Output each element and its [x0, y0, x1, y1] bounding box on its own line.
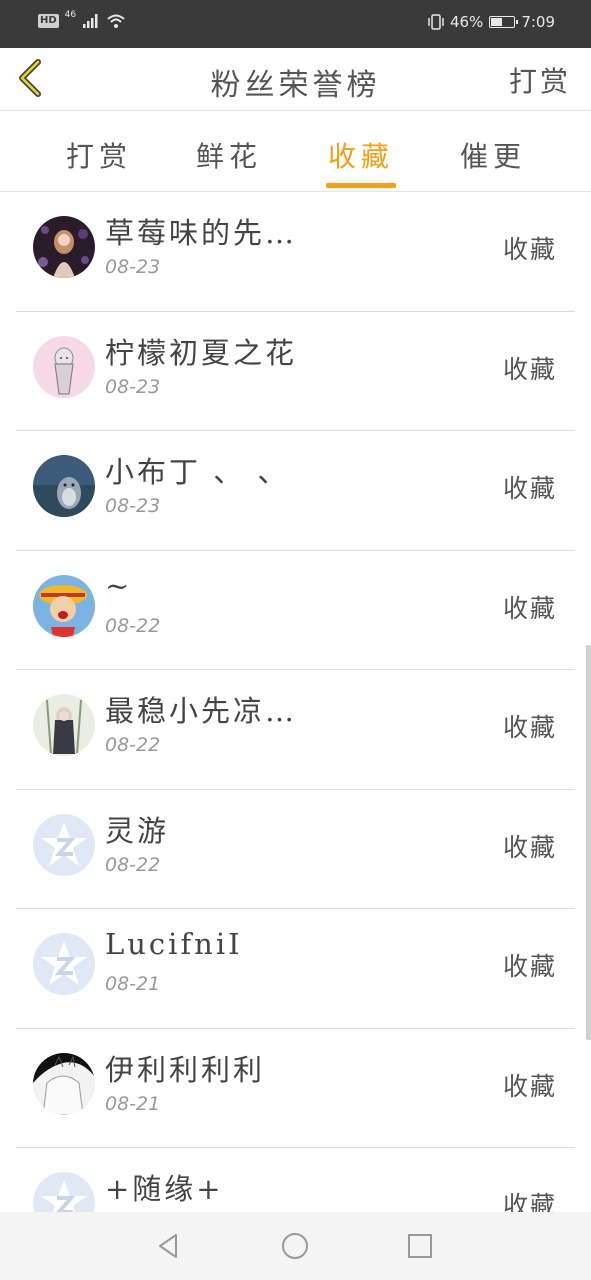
- list-item[interactable]: 柠檬初夏之花 08-23 收藏: [16, 312, 575, 431]
- fan-action: 收藏: [502, 1191, 557, 1212]
- fan-action: 收藏: [502, 713, 557, 742]
- fan-name: +随缘+: [105, 1172, 224, 1206]
- battery-percent: 46%: [449, 13, 484, 31]
- scrollbar[interactable]: [586, 645, 591, 1040]
- list-item[interactable]: 最稳小先凉… 08-22 收藏: [16, 670, 575, 790]
- avatar[interactable]: [33, 574, 95, 637]
- fan-name: ~: [105, 568, 133, 603]
- fan-list[interactable]: 草莓味的先… 08-23 收藏 柠檬初夏之花 08-23 收藏 小布丁 、 、 …: [0, 192, 591, 1212]
- fan-name: 灵游: [105, 813, 170, 848]
- fan-name: 小布丁 、 、: [105, 455, 290, 489]
- tab-bar: 打赏 鲜花 收藏 催更: [0, 111, 591, 192]
- fan-name: 最稳小先凉…: [105, 694, 298, 728]
- fan-date: 08-22: [105, 614, 161, 637]
- status-bar: HD 46 46% 7:09: [0, 0, 591, 48]
- avatar[interactable]: [33, 335, 95, 398]
- tip-button[interactable]: 打赏: [509, 60, 571, 100]
- list-item[interactable]: 小布丁 、 、 08-23 收藏: [16, 431, 575, 551]
- avatar[interactable]: [33, 455, 95, 517]
- fan-name: LucifniI: [105, 927, 243, 961]
- fan-action: 收藏: [502, 832, 557, 862]
- tab-tip[interactable]: 打赏: [66, 135, 132, 175]
- fan-action: 收藏: [502, 952, 557, 981]
- list-item[interactable]: 伊利利利利 08-21 收藏: [16, 1029, 575, 1148]
- fan-date: 08-23: [105, 495, 161, 517]
- list-item[interactable]: +随缘+ 收藏: [16, 1148, 575, 1212]
- list-item[interactable]: LucifniI 08-21 收藏: [16, 909, 575, 1029]
- triangle-back-icon[interactable]: [152, 1230, 184, 1262]
- avatar[interactable]: [33, 216, 95, 278]
- tab-flower[interactable]: 鲜花: [196, 135, 262, 175]
- fan-action: 收藏: [502, 1071, 557, 1101]
- fan-action: 收藏: [502, 354, 557, 384]
- fan-action: 收藏: [502, 474, 557, 503]
- fan-date: 08-21: [105, 973, 161, 995]
- fan-date: 08-21: [105, 1092, 161, 1115]
- top-app-bar: 粉丝荣誉榜 打赏: [0, 48, 591, 111]
- page-title: 粉丝荣誉榜: [210, 68, 381, 103]
- list-item[interactable]: 灵游 08-22 收藏: [16, 790, 575, 909]
- avatar[interactable]: [33, 694, 95, 756]
- status-left: HD 46: [38, 10, 126, 29]
- avatar[interactable]: [33, 1052, 95, 1115]
- tab-favorite[interactable]: 收藏: [328, 135, 394, 175]
- status-right: 46% 7:09: [428, 13, 555, 31]
- avatar[interactable]: [33, 813, 95, 876]
- fan-date: 08-22: [105, 734, 161, 756]
- fan-name: 草莓味的先…: [105, 216, 298, 250]
- clock: 7:09: [521, 13, 555, 31]
- fan-name: 伊利利利利: [105, 1052, 266, 1087]
- list-item[interactable]: ~ 08-22 收藏: [16, 551, 575, 670]
- avatar[interactable]: [33, 933, 95, 995]
- list-item[interactable]: 草莓味的先… 08-23 收藏: [16, 192, 575, 312]
- square-recent-icon[interactable]: [404, 1230, 436, 1262]
- signal-icon: [83, 14, 98, 28]
- wifi-icon: [107, 14, 125, 28]
- active-tab-indicator: [326, 183, 396, 188]
- network-type: 46: [64, 10, 77, 20]
- system-nav-bar: [0, 1212, 591, 1280]
- fan-date: 08-23: [105, 375, 161, 398]
- avatar[interactable]: [33, 1172, 95, 1212]
- fan-date: 08-22: [105, 853, 161, 876]
- tab-urge[interactable]: 催更: [460, 135, 526, 175]
- fan-name: 柠檬初夏之花: [105, 335, 298, 370]
- circle-home-icon[interactable]: [279, 1230, 311, 1262]
- battery-icon: [489, 16, 519, 28]
- fan-action: 收藏: [502, 235, 557, 264]
- fan-action: 收藏: [502, 593, 557, 623]
- vibrate-icon: [428, 14, 444, 30]
- fan-date: 08-23: [105, 256, 161, 278]
- hd-icon: HD: [38, 14, 59, 28]
